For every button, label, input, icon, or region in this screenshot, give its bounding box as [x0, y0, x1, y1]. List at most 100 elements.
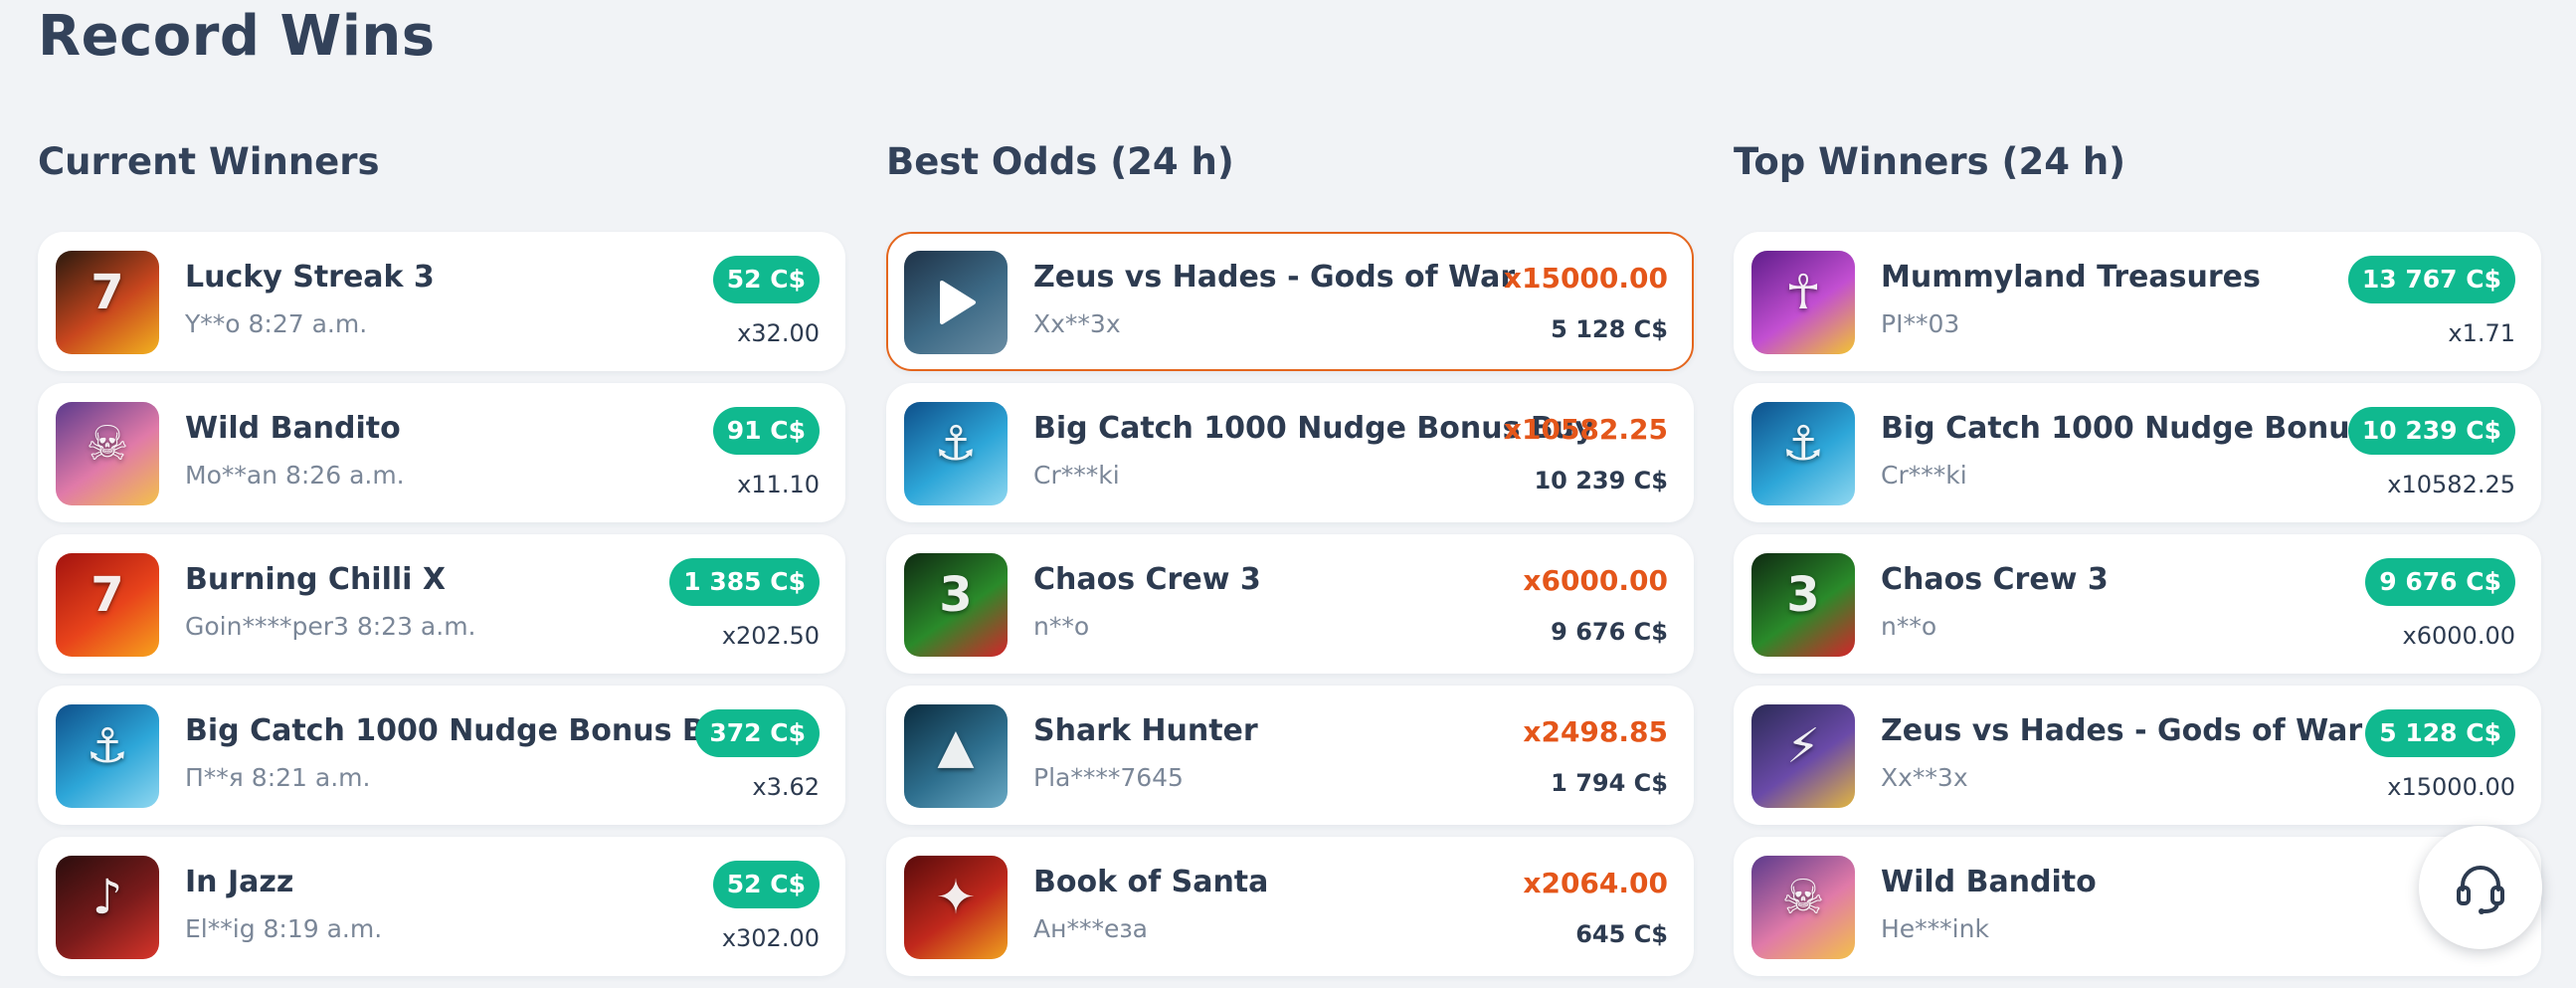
book-of-santa-icon[interactable]: ✦	[904, 856, 1008, 959]
win-amount-badge: 52 C$	[712, 256, 820, 303]
player-info: Pla****7645	[1033, 763, 1184, 792]
mummyland-icon[interactable]: ☥	[1751, 251, 1855, 354]
chaos-crew-icon[interactable]: 3	[1751, 553, 1855, 657]
player-info: Cr***ki	[1881, 461, 1967, 490]
burning-chilli-icon[interactable]: 7	[56, 553, 159, 657]
game-art-glyph: ☠	[1781, 870, 1825, 925]
win-amount-badge: 91 C$	[712, 407, 820, 455]
player-info: Ан***еза	[1033, 914, 1148, 943]
winner-card[interactable]: ▲ Shark Hunter Pla****7645 x2498.85 1 794 C$	[886, 686, 1694, 825]
game-name[interactable]: Wild Bandito	[1881, 865, 2097, 899]
win-amount-badge: 372 C$	[695, 709, 820, 757]
game-name[interactable]: Mummyland Treasures	[1881, 260, 2261, 295]
win-amount: 10 239 C$	[1534, 467, 1668, 494]
winner-card[interactable]: 3 Chaos Crew 3 n**o x6000.00 9 676 C$	[886, 534, 1694, 674]
wild-bandito-icon[interactable]: ☠	[1751, 856, 1855, 959]
big-catch-icon[interactable]: ⚓	[904, 402, 1008, 505]
game-name[interactable]: Shark Hunter	[1033, 713, 1258, 748]
winner-card[interactable]: ⚓ Big Catch 1000 Nudge Bonus Buy Cr***ki 10…	[1734, 383, 2541, 522]
win-multiplier: x302.00	[721, 924, 820, 952]
win-amount: 645 C$	[1575, 920, 1668, 948]
game-art-glyph: 3	[939, 567, 973, 623]
game-name[interactable]: In Jazz	[185, 865, 293, 899]
big-catch-icon[interactable]: ⚓	[1751, 402, 1855, 505]
winners-column: Current Winners 7 Lucky Streak 3 Y**o 8:27 …	[38, 139, 845, 988]
page-title: Record Wins	[38, 4, 436, 69]
win-amount: 9 676 C$	[1551, 618, 1668, 646]
shark-hunter-icon[interactable]: ▲	[904, 704, 1008, 808]
zeus-vs-hades-icon[interactable]	[904, 251, 1008, 354]
winner-card[interactable]: ✦ Book of Santa Ан***еза x2064.00 645 C$	[886, 837, 1694, 976]
game-art-glyph: ▲	[937, 718, 975, 774]
win-multiplier: x15000.00	[2387, 773, 2515, 801]
winner-card[interactable]: ⚓ Big Catch 1000 Nudge Bonus Buy П**я 8:21…	[38, 686, 845, 825]
odds-multiplier: x2498.85	[1523, 715, 1668, 748]
headset-icon	[2457, 866, 2504, 914]
win-multiplier: x10582.25	[2387, 471, 2515, 498]
winner-card[interactable]: ☠ Wild Bandito He***ink	[1734, 837, 2541, 976]
game-art-glyph: ⚓	[934, 416, 978, 472]
win-multiplier: x202.50	[721, 622, 820, 650]
game-name[interactable]: Book of Santa	[1033, 865, 1268, 899]
win-multiplier: x1.71	[2448, 319, 2515, 347]
game-art-glyph: ☠	[86, 416, 129, 472]
game-name[interactable]: Chaos Crew 3	[1881, 562, 2109, 597]
winner-card[interactable]: Zeus vs Hades - Gods of War Xx**3x x15000.…	[886, 232, 1694, 371]
odds-multiplier: x15000.00	[1503, 262, 1668, 295]
big-catch-icon[interactable]: ⚓	[56, 704, 159, 808]
lucky-streak-icon[interactable]: 7	[56, 251, 159, 354]
game-name[interactable]: Chaos Crew 3	[1033, 562, 1261, 597]
game-name[interactable]: Burning Chilli X	[185, 562, 446, 597]
game-name[interactable]: Wild Bandito	[185, 411, 401, 446]
win-multiplier: x11.10	[737, 471, 820, 498]
player-info: Cr***ki	[1033, 461, 1120, 490]
game-art-glyph: 7	[91, 265, 124, 320]
game-art-glyph: ⚓	[1781, 416, 1825, 472]
column-title: Current Winners	[38, 140, 380, 183]
winner-card[interactable]: ♪ In Jazz El**ig 8:19 a.m. 52 C$ x302.00	[38, 837, 845, 976]
win-amount-badge: 52 C$	[712, 861, 820, 908]
game-art-glyph: ♪	[92, 870, 123, 925]
win-multiplier: x6000.00	[2402, 622, 2515, 650]
winner-card[interactable]: 7 Lucky Streak 3 Y**o 8:27 a.m. 52 C$ x32.00	[38, 232, 845, 371]
wild-bandito-icon[interactable]: ☠	[56, 402, 159, 505]
game-art-glyph: 7	[91, 567, 124, 623]
winners-column: Top Winners (24 h) ☥ Mummyland Treasures PI…	[1734, 139, 2541, 988]
odds-multiplier: x2064.00	[1523, 867, 1668, 899]
player-info: П**я 8:21 a.m.	[185, 763, 371, 792]
in-jazz-icon[interactable]: ♪	[56, 856, 159, 959]
win-amount-badge: 1 385 C$	[669, 558, 820, 606]
game-name[interactable]: Zeus vs Hades - Gods of War	[1881, 713, 2362, 748]
winner-card[interactable]: 7 Burning Chilli X Goin****per3 8:23 a.m. 1…	[38, 534, 845, 674]
winner-card[interactable]: 3 Chaos Crew 3 n**o 9 676 C$ x6000.00	[1734, 534, 2541, 674]
game-name[interactable]: Zeus vs Hades - Gods of War	[1033, 260, 1515, 295]
winner-card[interactable]: ⚓ Big Catch 1000 Nudge Bonus Buy Cr***ki x1…	[886, 383, 1694, 522]
game-art-glyph: ⚓	[86, 718, 129, 774]
player-info: He***ink	[1881, 914, 1989, 943]
win-amount-badge: 10 239 C$	[2347, 407, 2515, 455]
win-amount-badge: 5 128 C$	[2365, 709, 2515, 757]
column-title: Best Odds (24 h)	[886, 140, 1234, 183]
odds-multiplier: x10582.25	[1503, 413, 1668, 446]
game-name[interactable]: Big Catch 1000 Nudge Bonus Buy	[185, 713, 746, 748]
player-info: Xx**3x	[1033, 309, 1121, 338]
winners-column: Best Odds (24 h) Zeus vs Hades - Gods of …	[886, 139, 1694, 988]
game-art-glyph: ☥	[1785, 265, 1821, 320]
player-info: n**o	[1033, 612, 1090, 641]
player-info: Xx**3x	[1881, 763, 1968, 792]
winner-card[interactable]: ☥ Mummyland Treasures PI**03 13 767 C$ x1.71	[1734, 232, 2541, 371]
chaos-crew-icon[interactable]: 3	[904, 553, 1008, 657]
support-chat-button[interactable]	[2419, 826, 2542, 949]
player-info: PI**03	[1881, 309, 1960, 338]
winner-card[interactable]: ⚡ Zeus vs Hades - Gods of War Xx**3x 5 128 …	[1734, 686, 2541, 825]
game-art-glyph: ⚡	[1786, 718, 1820, 774]
win-multiplier: x3.62	[752, 773, 820, 801]
game-name[interactable]: Lucky Streak 3	[185, 260, 435, 295]
player-info: El**ig 8:19 a.m.	[185, 914, 383, 943]
zeus-vs-hades-icon[interactable]: ⚡	[1751, 704, 1855, 808]
win-amount: 1 794 C$	[1551, 769, 1668, 797]
column-title: Top Winners (24 h)	[1734, 140, 2126, 183]
play-icon[interactable]	[928, 275, 984, 330]
win-amount-badge: 13 767 C$	[2347, 256, 2515, 303]
winner-card[interactable]: ☠ Wild Bandito Mo**an 8:26 a.m. 91 C$ x11.10	[38, 383, 845, 522]
